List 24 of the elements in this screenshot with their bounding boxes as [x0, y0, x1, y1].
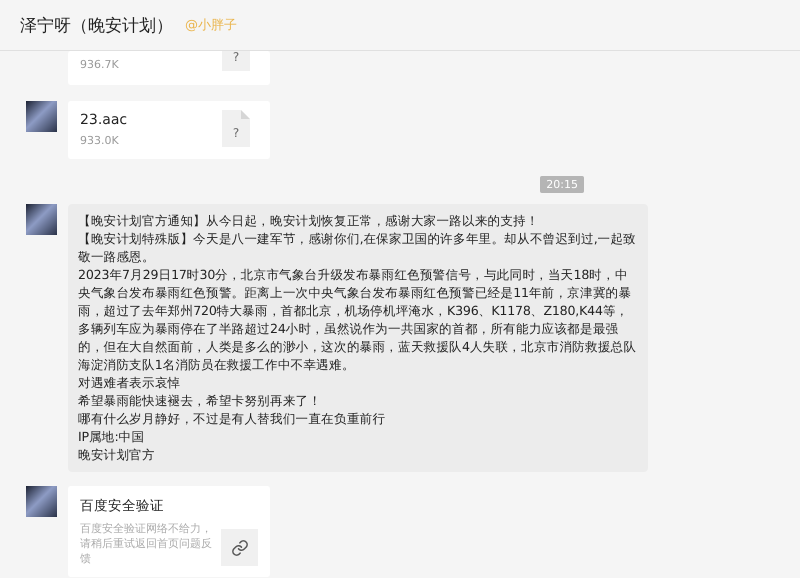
file-card[interactable]: 23.aac 933.0K ?	[68, 101, 270, 159]
file-card[interactable]: 936.7K ?	[68, 51, 270, 85]
message-text: 对遇难者表示哀悼	[78, 374, 182, 392]
avatar	[26, 101, 57, 132]
chat-title: 泽宁呀（晚安计划）	[20, 14, 173, 36]
message-text: 希望暴雨能快速褪去，希望卡努别再来了！	[78, 392, 322, 410]
message-text: 晚安计划官方	[78, 446, 156, 464]
avatar	[26, 486, 57, 517]
message-text: 哪有什么岁月静好，不过是有人替我们一直在负重前行	[78, 410, 386, 428]
unknown-file-icon: ?	[222, 110, 250, 147]
message-text: IP属地:中国	[78, 428, 146, 446]
link-title: 百度安全验证	[80, 497, 165, 515]
message-text: 【晚安计划特殊版】今天是八一建军节，感谢你们,在保家卫国的许多年里。却从不曾迟到过,一起致敬一路感恩。	[78, 230, 638, 266]
file-size: 936.7K	[80, 58, 119, 71]
message-text: 【晚安计划官方通知】从今日起，晚安计划恢复正常，感谢大家一路以来的支持！	[78, 212, 540, 230]
link-description: 百度安全验证网络不给力，请稍后重试返回首页问题反馈	[80, 521, 213, 566]
unknown-file-icon: ?	[222, 51, 250, 71]
link-card[interactable]: 百度安全验证 百度安全验证网络不给力，请稍后重试返回首页问题反馈	[68, 486, 270, 577]
message-text: 2023年7月29日17时30分，北京市气象台升级发布暴雨红色预警信号，与此同时，当天18时，中央气象台发布暴雨红色预警。距离上一次中央气象台发布暴雨红色预警已经是11年前，京津冀的暴雨，超过了去年郑州720特大暴雨，首都北京，机场停机坪淹水，K396、K1178、Z180,K44等，多辆列车应为暴雨停在了半路超过24小时，虽然说作为一共国家的首都，所有能力应该都是最强的，但在大自然面前，人类是多么的渺小，这次的暴雨，蓝天救援队4人失联，北京市消防救援总队海淀消防支队1名消防员在救援工作中不幸遇难。	[78, 266, 638, 374]
avatar	[26, 204, 57, 235]
timestamp: 20:15	[540, 176, 584, 193]
file-name: 23.aac	[80, 112, 128, 128]
link-icon	[221, 529, 258, 566]
file-size: 933.0K	[80, 134, 120, 147]
